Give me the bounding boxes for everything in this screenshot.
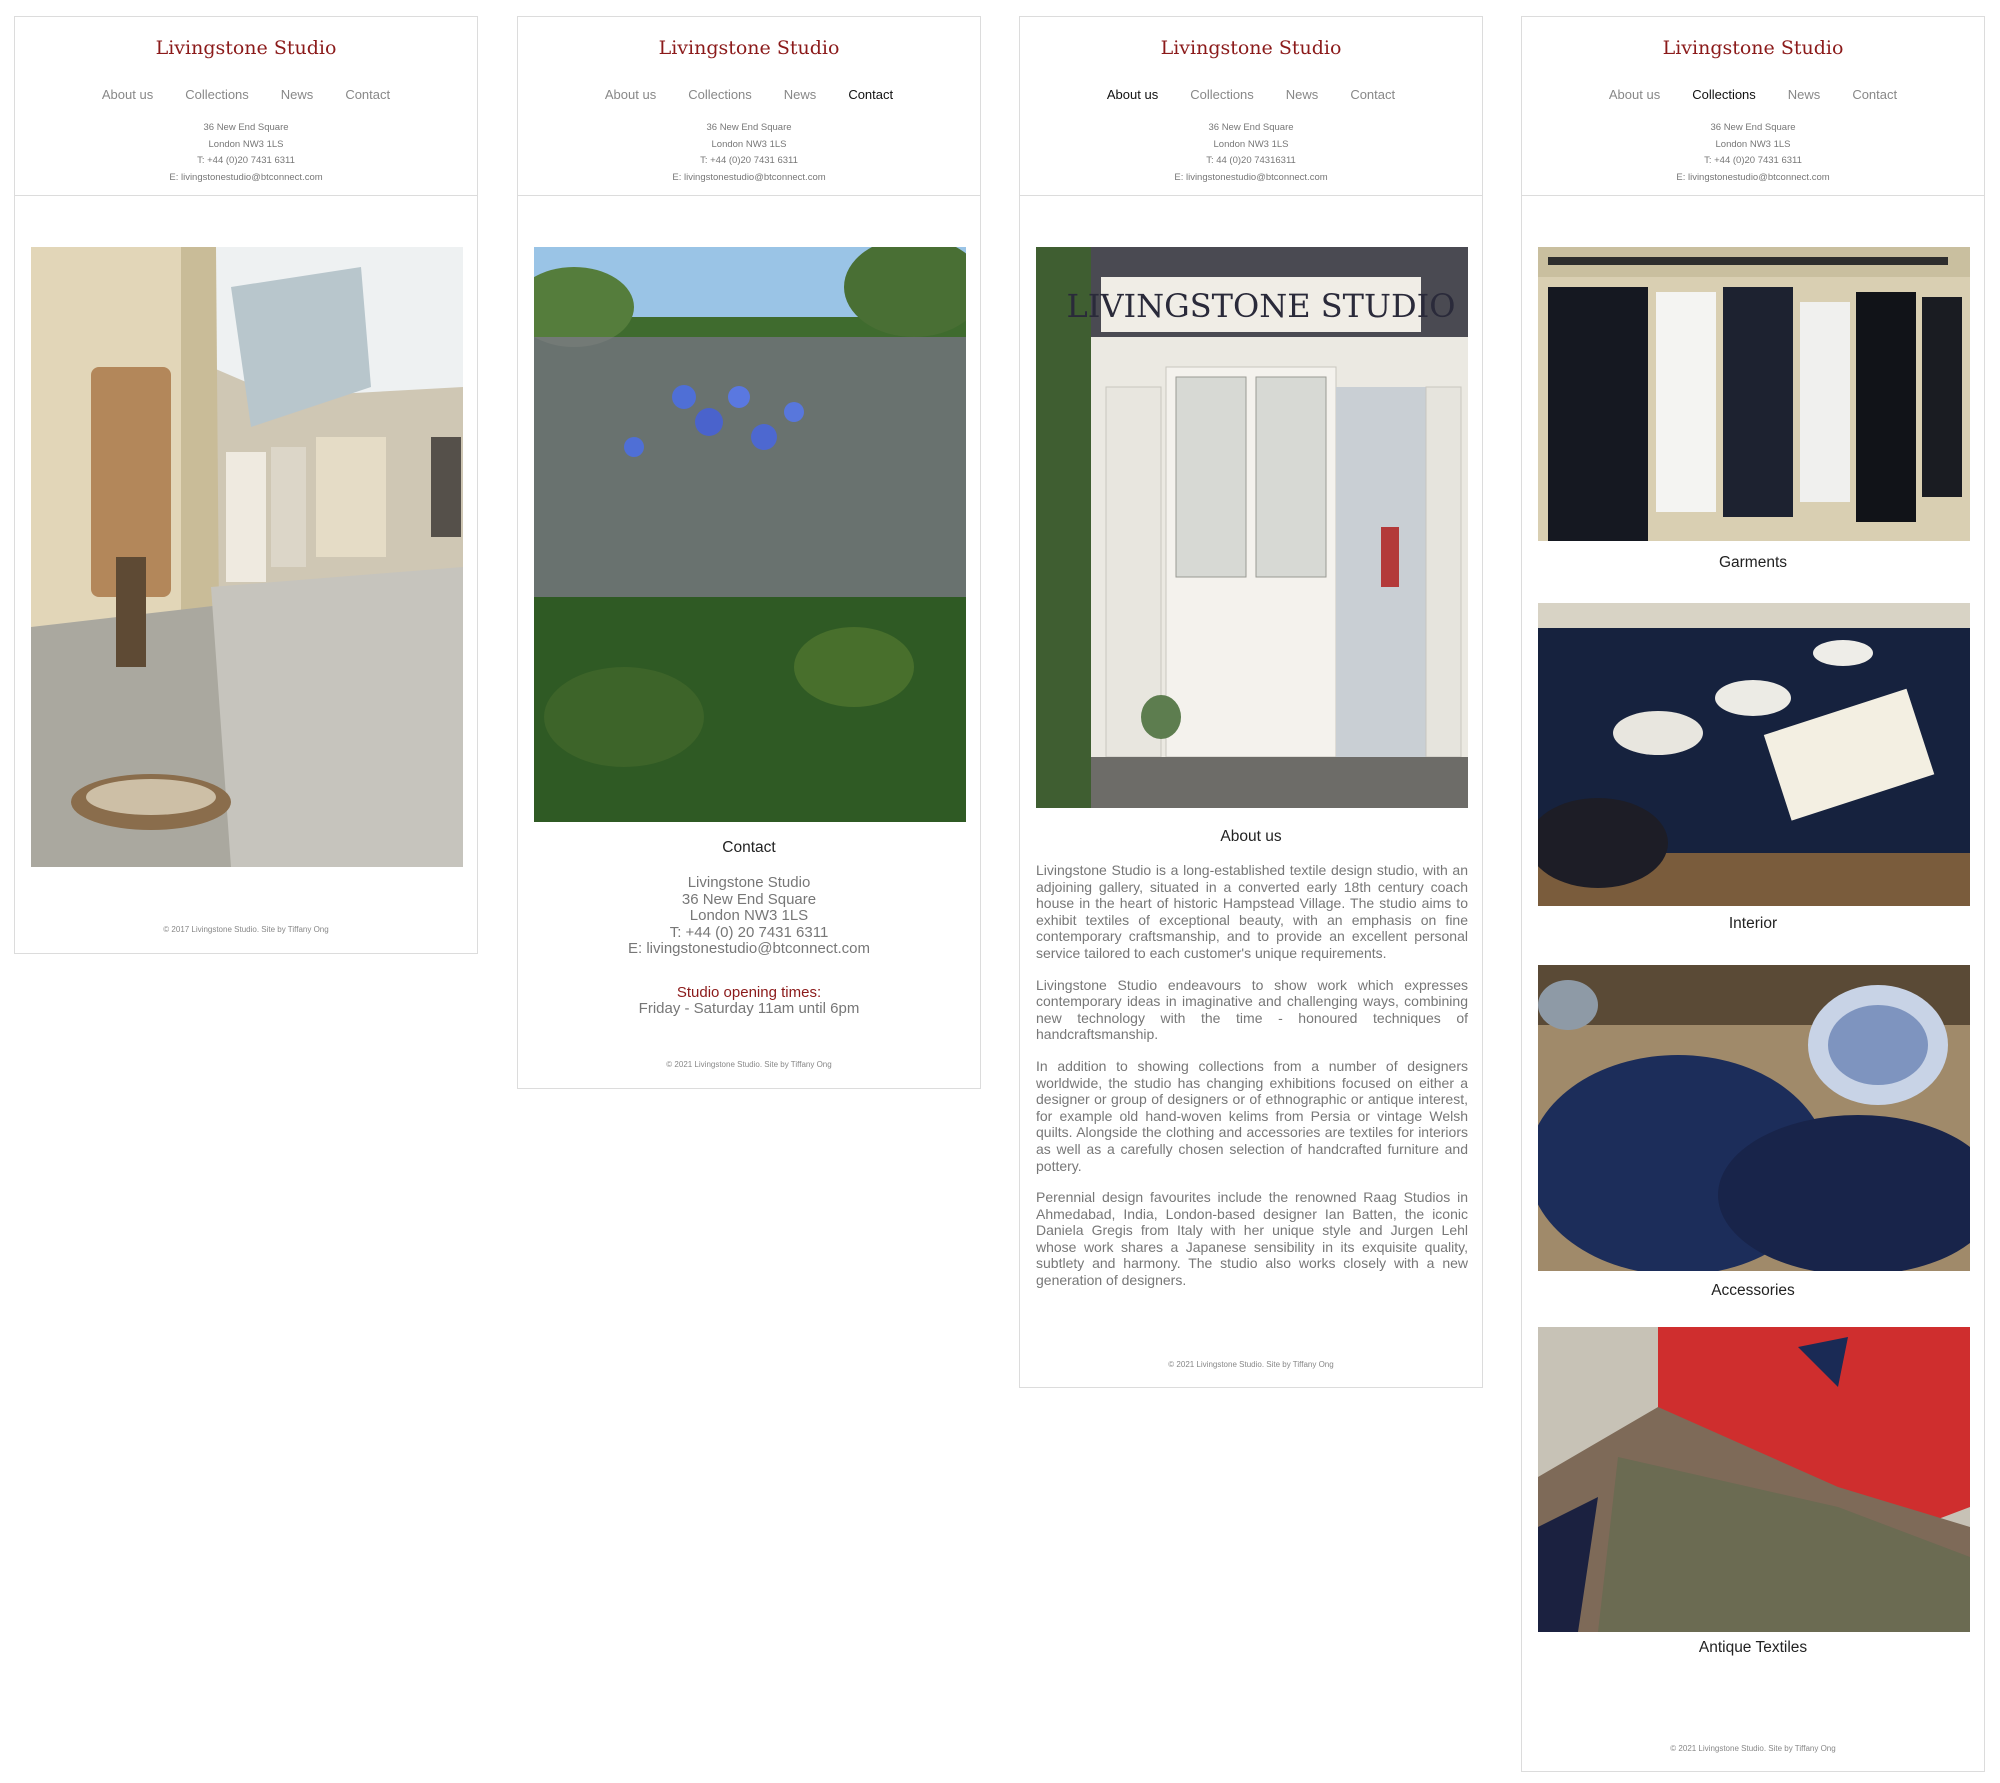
nav-about-us[interactable]: About us <box>1609 87 1660 102</box>
nav-collections[interactable]: Collections <box>185 87 249 102</box>
site-footer: © 2021 Livingstone Studio. Site by Tiffa… <box>1670 1744 1836 1753</box>
nav-contact[interactable]: Contact <box>1852 87 1897 102</box>
site-footer: © 2021 Livingstone Studio. Site by Tiffa… <box>1168 1360 1334 1369</box>
nav-news[interactable]: News <box>1286 87 1319 102</box>
nav-news[interactable]: News <box>784 87 817 102</box>
nav-collections[interactable]: Collections <box>1190 87 1254 102</box>
about-body: Livingstone Studio is a long-established… <box>1036 862 1468 1304</box>
nav-news[interactable]: News <box>281 87 314 102</box>
address-line: 36 New End Square <box>1710 122 1796 133</box>
about-paragraph: Livingstone Studio is a long-established… <box>1036 862 1468 961</box>
contact-line: 36 New End Square <box>681 890 817 908</box>
address-line[interactable]: E: livingstonestudio@btconnect.com <box>15 170 477 187</box>
site-logo[interactable]: Livingstone Studio <box>15 37 477 59</box>
about-paragraph: Perennial design favourites include the … <box>1036 1189 1468 1289</box>
nav-contact[interactable]: Contact <box>1350 87 1395 102</box>
collection-antique-textiles-image[interactable] <box>1538 1327 1970 1632</box>
header-address: 36 New End Square London NW3 1LS T: +44 … <box>1522 120 1984 186</box>
collection-interior-image[interactable] <box>1538 603 1970 906</box>
site-footer: © 2017 Livingstone Studio. Site by Tiffa… <box>163 925 329 934</box>
collections-page-panel: Livingstone Studio About us Collections … <box>1521 16 1985 1772</box>
nav-about-us[interactable]: About us <box>605 87 656 102</box>
contact-page-panel: Livingstone Studio About us Collections … <box>517 16 981 1089</box>
site-logo[interactable]: Livingstone Studio <box>518 37 980 59</box>
nav-collections[interactable]: Collections <box>1692 87 1756 102</box>
address-line[interactable]: E: livingstonestudio@btconnect.com <box>518 170 980 187</box>
main-nav: About us Collections News Contact <box>1522 87 1984 102</box>
header-address: 36 New End Square London NW3 1LS T: 44 (… <box>1020 120 1482 186</box>
opening-times: Friday - Saturday 11am until 6pm <box>638 1000 860 1017</box>
main-nav: About us Collections News Contact <box>1020 87 1482 102</box>
nav-collections[interactable]: Collections <box>688 87 752 102</box>
header-address: 36 New End Square London NW3 1LS T: +44 … <box>518 120 980 186</box>
site-header: Livingstone Studio About us Collections … <box>15 17 477 196</box>
address-line: T: +44 (0)20 7431 6311 <box>1704 155 1802 166</box>
nav-about-us[interactable]: About us <box>102 87 153 102</box>
address-line: T: 44 (0)20 74316311 <box>1206 155 1296 166</box>
gallery-interior-photo <box>31 247 463 867</box>
site-header: Livingstone Studio About us Collections … <box>1522 17 1984 196</box>
address-line: 36 New End Square <box>1208 122 1294 133</box>
collection-title[interactable]: Garments <box>1522 554 1984 572</box>
address-line: T: +44 (0)20 7431 6311 <box>197 155 295 166</box>
site-header: Livingstone Studio About us Collections … <box>1020 17 1482 196</box>
address-line: 36 New End Square <box>706 122 792 133</box>
site-footer: © 2021 Livingstone Studio. Site by Tiffa… <box>666 1060 832 1069</box>
main-nav: About us Collections News Contact <box>518 87 980 102</box>
site-logo[interactable]: Livingstone Studio <box>1522 37 1984 59</box>
address-line: London NW3 1LS <box>208 138 284 150</box>
nav-news[interactable]: News <box>1788 87 1821 102</box>
site-header: Livingstone Studio About us Collections … <box>518 17 980 196</box>
contact-line: London NW3 1LS <box>689 907 809 925</box>
address-line: London NW3 1LS <box>1213 138 1289 150</box>
header-address: 36 New End Square London NW3 1LS T: +44 … <box>15 120 477 186</box>
address-line[interactable]: E: livingstonestudio@btconnect.com <box>1522 170 1984 187</box>
address-line[interactable]: E: livingstonestudio@btconnect.com <box>1020 170 1482 187</box>
main-nav: About us Collections News Contact <box>15 87 477 102</box>
about-paragraph: In addition to showing collections from … <box>1036 1057 1468 1174</box>
studio-entrance-photo: LIVINGSTONE STUDIO <box>1036 247 1468 808</box>
collection-garments-image[interactable] <box>1538 247 1970 541</box>
nav-contact[interactable]: Contact <box>345 87 390 102</box>
address-line: London NW3 1LS <box>711 138 787 150</box>
contact-heading: Contact <box>722 839 776 856</box>
contact-phone[interactable]: T: +44 (0) 20 7431 6311 <box>518 924 980 942</box>
address-line: London NW3 1LS <box>1715 138 1791 150</box>
nav-about-us[interactable]: About us <box>1107 87 1158 102</box>
studio-sign-text: LIVINGSTONE STUDIO <box>1067 287 1456 325</box>
collection-title[interactable]: Accessories <box>1522 1282 1984 1300</box>
contact-details: Livingstone Studio 36 New End Square Lon… <box>518 874 980 958</box>
about-paragraph: Livingstone Studio endeavours to show wo… <box>1036 976 1468 1043</box>
about-heading: About us <box>1220 828 1282 845</box>
collection-title[interactable]: Interior <box>1522 915 1984 933</box>
address-line: 36 New End Square <box>203 122 289 133</box>
collection-accessories-image[interactable] <box>1538 965 1970 1271</box>
contact-line: Livingstone Studio <box>687 874 811 891</box>
contact-email[interactable]: E: livingstonestudio@btconnect.com <box>518 941 980 958</box>
address-line: T: +44 (0)20 7431 6311 <box>700 155 798 166</box>
collection-title[interactable]: Antique Textiles <box>1522 1639 1984 1657</box>
home-page-panel: Livingstone Studio About us Collections … <box>14 16 478 954</box>
site-logo[interactable]: Livingstone Studio <box>1020 37 1482 59</box>
nav-contact[interactable]: Contact <box>848 87 893 102</box>
about-page-panel: Livingstone Studio About us Collections … <box>1019 16 1483 1388</box>
garden-flowers-photo <box>534 247 966 822</box>
